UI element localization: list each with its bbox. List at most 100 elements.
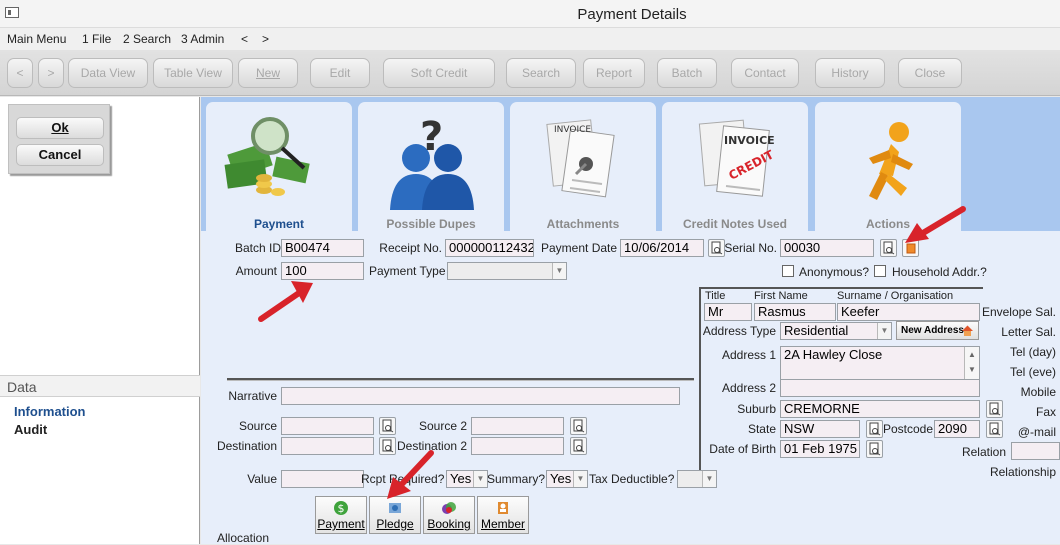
address-type-select[interactable]: Residential ▼	[780, 322, 892, 340]
batch-button[interactable]: Batch	[657, 58, 717, 88]
allocation-booking-label: Booking	[427, 517, 471, 531]
relation-field[interactable]	[1011, 442, 1060, 460]
source-2-field[interactable]	[471, 417, 564, 435]
table-view-button[interactable]: Table View	[153, 58, 233, 88]
state-field[interactable]: NSW	[780, 420, 860, 438]
prev-record-button[interactable]: <	[7, 58, 33, 88]
rcpt-required-select[interactable]: Yes ▼	[446, 470, 488, 488]
first-name-field[interactable]: Rasmus	[754, 303, 836, 321]
receipt-no-label: Receipt No.	[379, 241, 442, 255]
menu-back[interactable]: <	[241, 32, 248, 46]
tab-credit-notes-used-label: Credit Notes Used	[682, 217, 788, 231]
credit-note-icon: INVOICE CREDIT	[698, 119, 777, 197]
tel-day-label: Tel (day)	[1009, 345, 1056, 359]
attachments-icon: INVOICE	[546, 119, 615, 198]
menu-admin[interactable]: 3 Admin	[181, 32, 224, 46]
tab-credit-notes-used[interactable]: INVOICE CREDIT Credit Notes Used	[662, 102, 808, 231]
edit-button[interactable]: Edit	[310, 58, 370, 88]
payment-date-field[interactable]: 10/06/2014	[620, 239, 704, 257]
payment-type-select[interactable]: ▼	[447, 262, 567, 280]
source-label: Source	[238, 419, 277, 433]
running-man-icon	[869, 122, 913, 200]
main-pane: Payment ? Possible Dupes INVOICE Attachm…	[201, 97, 1060, 545]
postcode-field[interactable]: 2090	[934, 420, 980, 438]
title-field[interactable]: Mr	[704, 303, 752, 321]
source-field[interactable]	[281, 417, 374, 435]
letter-sal-label: Letter Sal.	[1001, 325, 1056, 339]
tax-deductible-select[interactable]: ▼	[677, 470, 717, 488]
destination-field[interactable]	[281, 437, 374, 455]
batch-id-label: Batch ID	[235, 241, 282, 255]
contact-button[interactable]: Contact	[731, 58, 799, 88]
serial-lookup-button[interactable]	[880, 239, 897, 257]
dob-field[interactable]: 01 Feb 1975	[780, 440, 860, 458]
menu-file[interactable]: 1 File	[82, 32, 111, 46]
annotation-arrow-pledge	[387, 450, 434, 499]
separator	[227, 378, 694, 381]
booking-icon	[442, 502, 456, 514]
receipt-no-field[interactable]: 000000112432	[445, 239, 534, 257]
menu-forward[interactable]: >	[262, 32, 269, 46]
state-label: State	[747, 422, 776, 436]
chevron-down-icon: ▼	[573, 471, 587, 487]
suburb-field[interactable]: CREMORNE	[780, 400, 980, 418]
report-button[interactable]: Report	[583, 58, 645, 88]
summary-value: Yes	[550, 471, 572, 486]
address-1-value: 2A Hawley Close	[784, 347, 883, 362]
menu-search[interactable]: 2 Search	[123, 32, 171, 46]
soft-credit-button[interactable]: Soft Credit	[383, 58, 495, 88]
state-lookup-button[interactable]	[866, 420, 883, 438]
dob-picker-button[interactable]	[866, 440, 883, 458]
first-name-label: First Name	[754, 290, 808, 302]
destination-label: Destination	[216, 439, 277, 453]
tab-payment[interactable]: Payment	[206, 102, 352, 231]
cancel-button[interactable]: Cancel	[16, 144, 104, 166]
batch-id-field[interactable]: B00474	[281, 239, 364, 257]
new-address-button[interactable]: New Address	[896, 321, 979, 340]
source-2-lookup-button[interactable]	[570, 417, 587, 435]
search-button[interactable]: Search	[506, 58, 576, 88]
tab-possible-dupes[interactable]: ? Possible Dupes	[358, 102, 504, 231]
svg-text:INVOICE: INVOICE	[724, 134, 775, 147]
close-button[interactable]: Close	[898, 58, 962, 88]
mobile-label: Mobile	[1020, 385, 1056, 399]
summary-select[interactable]: Yes ▼	[546, 470, 588, 488]
new-button[interactable]: New	[238, 58, 298, 88]
ok-button-label: Ok	[51, 120, 69, 135]
anonymous-checkbox[interactable]	[782, 265, 794, 277]
tab-attachments[interactable]: INVOICE Attachments	[510, 102, 656, 231]
ok-button[interactable]: Ok	[16, 117, 104, 139]
dollar-coin-icon: $	[334, 501, 348, 515]
value-field[interactable]	[281, 470, 364, 488]
postcode-label: Postcode	[883, 422, 934, 436]
address-2-label: Address 2	[721, 381, 776, 395]
payment-date-label: Payment Date	[541, 241, 618, 255]
title-bar: Payment Details	[0, 0, 1060, 28]
narrative-field[interactable]	[281, 387, 680, 405]
destination-2-lookup-button[interactable]	[570, 437, 587, 455]
allocation-member-button[interactable]: Member	[477, 496, 529, 534]
nav-item-information[interactable]: Information	[14, 404, 86, 419]
address-2-field[interactable]	[780, 379, 980, 397]
nav-item-audit[interactable]: Audit	[14, 422, 47, 437]
destination-2-field[interactable]	[471, 437, 564, 455]
next-record-button[interactable]: >	[38, 58, 64, 88]
allocation-pledge-label: Pledge	[376, 517, 414, 531]
tel-eve-label: Tel (eve)	[1009, 365, 1056, 379]
source-lookup-button[interactable]	[379, 417, 396, 435]
serial-no-field[interactable]: 00030	[780, 239, 874, 257]
svg-text:?: ?	[420, 114, 443, 160]
menu-main-menu[interactable]: Main Menu	[7, 32, 66, 46]
surname-field[interactable]: Keefer	[837, 303, 980, 321]
annotation-arrow-serial	[905, 206, 966, 243]
data-view-button[interactable]: Data View	[68, 58, 148, 88]
lookup-icon	[883, 241, 895, 255]
address-scrollbar[interactable]: ▲ ▼	[964, 347, 979, 379]
allocation-payment-button[interactable]: $ Payment	[315, 496, 367, 534]
household-checkbox[interactable]	[874, 265, 886, 277]
history-button[interactable]: History	[815, 58, 885, 88]
address-1-field[interactable]: 2A Hawley Close ▲ ▼	[780, 346, 980, 380]
window-title: Payment Details	[577, 6, 687, 23]
new-button-label: New	[255, 66, 280, 80]
lookup-icon	[869, 442, 881, 456]
